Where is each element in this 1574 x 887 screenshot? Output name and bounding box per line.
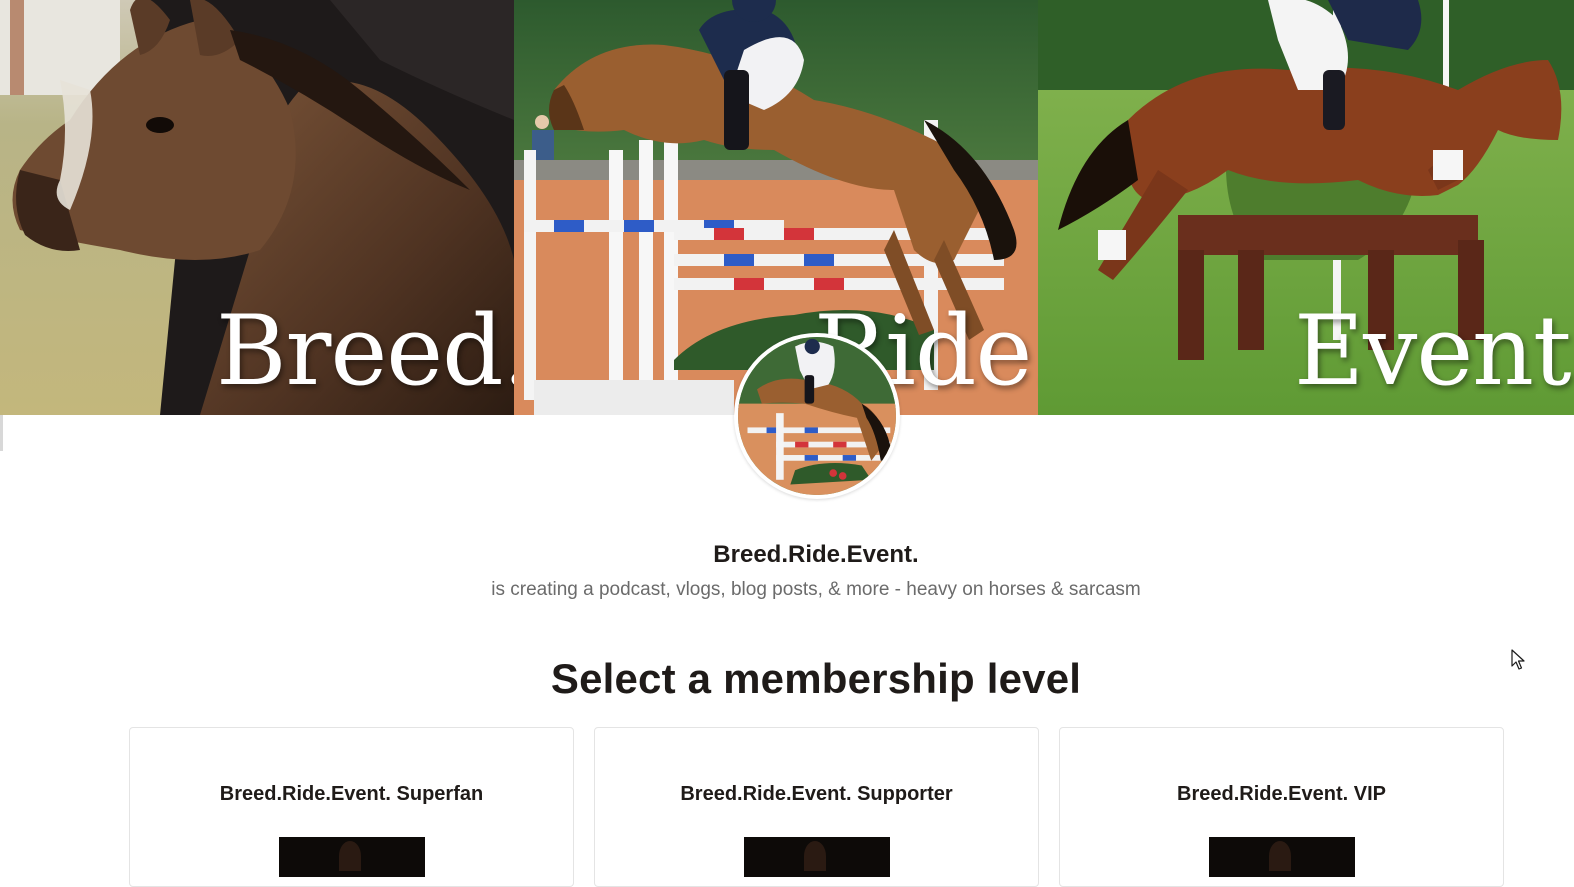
tier-title: Breed.Ride.Event. Supporter (680, 783, 953, 805)
tier-title: Breed.Ride.Event. VIP (1177, 783, 1386, 805)
tier-card-vip[interactable]: Breed.Ride.Event. VIP (1059, 727, 1504, 887)
arrow-cursor-icon (1511, 649, 1525, 670)
tier-image (279, 837, 425, 877)
tier-card-superfan[interactable]: Breed.Ride.Event. Superfan (129, 727, 574, 887)
tier-image (744, 837, 890, 877)
banner-panel-breed: Breed. (0, 0, 514, 415)
page-edge-divider (0, 415, 3, 451)
banner-word-breed: Breed. (216, 295, 514, 407)
banner-word-event: Event. (1294, 295, 1574, 407)
creator-name: Breed.Ride.Event. (713, 541, 919, 568)
tier-title: Breed.Ride.Event. Superfan (219, 783, 484, 805)
avatar-jumping-photo (738, 337, 896, 495)
tier-image (1209, 837, 1355, 877)
creator-tagline: is creating a podcast, vlogs, blog posts… (491, 579, 1141, 600)
creator-avatar[interactable] (734, 333, 900, 499)
banner-panel-event: Event. (1038, 0, 1574, 415)
tier-card-supporter[interactable]: Breed.Ride.Event. Supporter (594, 727, 1039, 887)
membership-heading: Select a membership level (550, 655, 1082, 702)
